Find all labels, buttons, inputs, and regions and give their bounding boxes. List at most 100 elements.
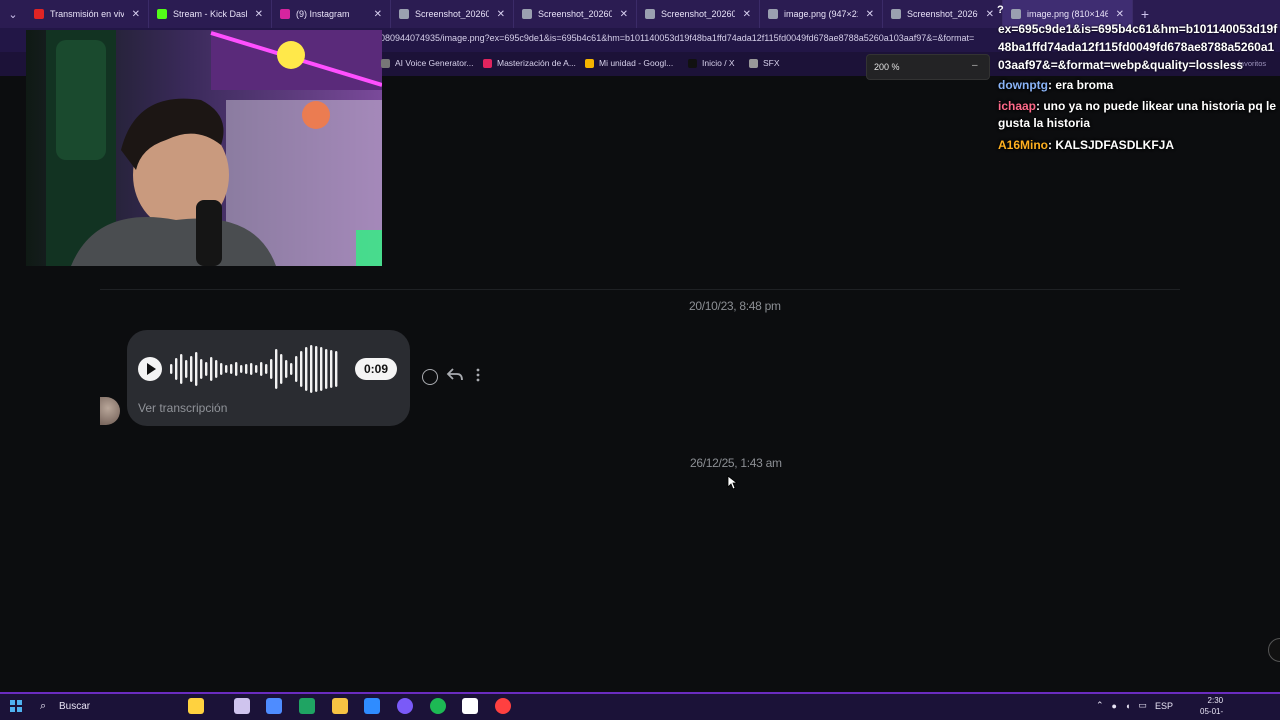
tab-label: Screenshot_20260105-0 bbox=[661, 9, 735, 19]
mouse-cursor-icon bbox=[727, 475, 737, 490]
bookmark-label: AI Voice Generator... bbox=[395, 58, 474, 68]
close-tab-icon[interactable]: ✕ bbox=[620, 9, 628, 20]
emoji-react-icon[interactable] bbox=[422, 369, 438, 385]
close-tab-icon[interactable]: ✕ bbox=[497, 9, 505, 20]
chat-username: ichaap bbox=[998, 99, 1037, 113]
file-explorer-icon[interactable] bbox=[332, 698, 348, 714]
waveform-bar bbox=[175, 358, 178, 380]
reply-icon[interactable] bbox=[446, 367, 464, 383]
audio-waveform[interactable] bbox=[168, 343, 344, 395]
waveform-bar bbox=[240, 365, 243, 373]
close-tab-icon[interactable]: ✕ bbox=[255, 9, 263, 20]
waveform-bar bbox=[230, 364, 233, 374]
capcut-icon[interactable] bbox=[462, 698, 478, 714]
language-indicator[interactable]: ESP bbox=[1155, 701, 1173, 711]
browser-tab[interactable]: Screenshot_20260105-0 ✕ bbox=[514, 0, 637, 28]
more-options-icon[interactable] bbox=[475, 367, 481, 383]
browser-tab[interactable]: (9) Instagram ✕ bbox=[272, 0, 391, 28]
waveform-bar bbox=[290, 363, 293, 375]
tab-favicon-icon bbox=[645, 9, 655, 19]
chevron-up-icon[interactable]: ⌃ bbox=[1096, 700, 1104, 711]
view-transcription-link[interactable]: Ver transcripción bbox=[138, 401, 227, 415]
taskbar-search-label[interactable]: Buscar bbox=[59, 701, 90, 712]
close-tab-icon[interactable]: ✕ bbox=[866, 9, 874, 20]
copilot-app-icon[interactable] bbox=[266, 698, 282, 714]
waveform-bar bbox=[200, 359, 203, 379]
copilot-icon[interactable] bbox=[188, 698, 204, 714]
tab-label: Transmisión en vivo - Yo bbox=[50, 9, 124, 19]
waveform-bar bbox=[325, 349, 328, 389]
browser-tab[interactable]: Screenshot_20260105_0 ✕ bbox=[883, 0, 1003, 28]
browser-tab[interactable]: image.png (947×214) ✕ bbox=[760, 0, 883, 28]
waveform-bar bbox=[235, 362, 238, 376]
bookmark-item[interactable]: AI Voice Generator... bbox=[381, 58, 473, 68]
waveform-bar bbox=[335, 351, 338, 387]
discord-icon[interactable] bbox=[397, 698, 413, 714]
chat-username: A16Mino bbox=[998, 138, 1049, 152]
volume-icon[interactable]: ◖ bbox=[1125, 701, 1130, 711]
bookmark-favicon-icon bbox=[381, 58, 390, 68]
tab-label: Screenshot_20260105-0 bbox=[538, 9, 612, 19]
chat-url-text: ex=695c9de1&is=695b4c61&hm=b101140053d19… bbox=[998, 22, 1278, 72]
waveform-bar bbox=[190, 356, 193, 382]
address-bar-url[interactable]: 080944074935/image.png?ex=695c9de1&is=69… bbox=[380, 33, 990, 43]
close-tab-icon[interactable]: ✕ bbox=[132, 9, 140, 20]
bookmark-label: Inicio / X bbox=[702, 58, 735, 68]
waveform-bar bbox=[205, 362, 208, 376]
bookmark-favicon-icon bbox=[483, 58, 492, 68]
tab-favicon-icon bbox=[157, 9, 167, 19]
tab-favicon-icon bbox=[34, 9, 44, 19]
close-tab-icon[interactable]: ✕ bbox=[743, 9, 751, 20]
network-icon[interactable]: ▭ bbox=[1138, 700, 1147, 711]
bookmark-item[interactable]: Inicio / X bbox=[688, 58, 735, 68]
tab-favicon-icon bbox=[768, 9, 778, 19]
tab-label: Screenshot_20260105_0 bbox=[907, 9, 978, 19]
windows-start-icon[interactable] bbox=[10, 700, 22, 712]
bookmark-item[interactable]: Mi unidad - Googl... bbox=[585, 58, 673, 68]
waveform-bar bbox=[180, 354, 183, 384]
bookmark-item[interactable]: SFX bbox=[749, 58, 780, 68]
zoom-level: 200 % bbox=[874, 62, 900, 72]
bookmark-favicon-icon bbox=[749, 58, 758, 68]
tab-label: Screenshot_20260105-0 bbox=[415, 9, 489, 19]
chat-text: : uno ya no puede likear una historia pq… bbox=[998, 99, 1277, 130]
task-view-icon[interactable] bbox=[234, 698, 250, 714]
system-tray[interactable]: ⌃ ● ◖ ▭ ESP bbox=[1096, 700, 1173, 711]
microphone-icon[interactable]: ● bbox=[1112, 701, 1117, 711]
taskbar-clock[interactable]: 2:30 05-01- bbox=[1200, 695, 1223, 717]
chat-message: ichaap: uno ya no puede likear una histo… bbox=[998, 98, 1278, 132]
tab-label: Stream - Kick Dashboard bbox=[173, 9, 247, 19]
browser-tab[interactable]: Screenshot_20260105-0 ✕ bbox=[391, 0, 514, 28]
overlay-help-icon: ? bbox=[997, 4, 1004, 16]
obs-icon[interactable] bbox=[495, 698, 511, 714]
close-tab-icon[interactable]: ✕ bbox=[374, 9, 382, 20]
browser-tab[interactable]: Screenshot_20260105-0 ✕ bbox=[637, 0, 760, 28]
tab-favicon-icon bbox=[1011, 9, 1021, 19]
waveform-bar bbox=[220, 363, 223, 375]
tab-label: (9) Instagram bbox=[296, 9, 350, 19]
zoom-out-button[interactable]: – bbox=[972, 60, 978, 71]
close-tab-icon[interactable]: ✕ bbox=[1116, 9, 1124, 20]
tab-favicon-icon bbox=[280, 9, 290, 19]
browser-tab[interactable]: Stream - Kick Dashboard ✕ bbox=[149, 0, 272, 28]
edge-icon[interactable] bbox=[299, 698, 315, 714]
waveform-bar bbox=[170, 364, 173, 374]
waveform-bar bbox=[310, 345, 313, 393]
message-timestamp: 20/10/23, 8:48 pm bbox=[689, 299, 781, 313]
play-icon[interactable] bbox=[138, 357, 162, 381]
browser-tab[interactable]: Transmisión en vivo - Yo ✕ bbox=[26, 0, 149, 28]
waveform-bar bbox=[275, 349, 278, 389]
waveform-bar bbox=[215, 360, 218, 378]
bookmark-label: SFX bbox=[763, 58, 780, 68]
chat-username: downptg bbox=[998, 78, 1048, 92]
waveform-bar bbox=[315, 346, 318, 392]
tab-list-menu-button[interactable]: ⌄ bbox=[0, 0, 26, 28]
search-icon[interactable]: ⌕ bbox=[40, 700, 46, 713]
waveform-bar bbox=[260, 362, 263, 376]
store-icon[interactable] bbox=[364, 698, 380, 714]
bookmark-item[interactable]: Masterización de A... bbox=[483, 58, 576, 68]
waveform-bar bbox=[295, 356, 298, 382]
close-tab-icon[interactable]: ✕ bbox=[986, 9, 994, 20]
message-divider bbox=[100, 289, 1180, 290]
spotify-icon[interactable] bbox=[430, 698, 446, 714]
